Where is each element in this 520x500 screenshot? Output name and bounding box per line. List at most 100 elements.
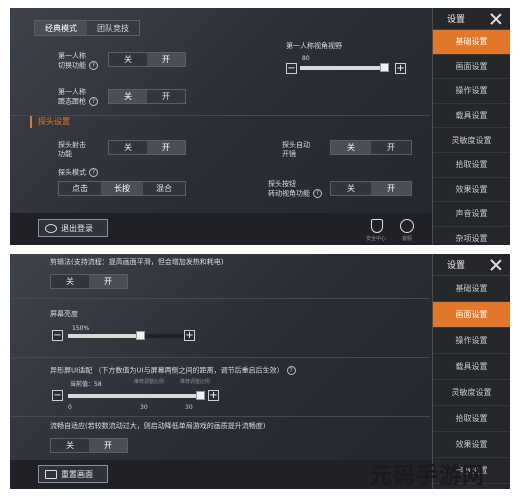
help-icon[interactable]: ? bbox=[313, 189, 322, 198]
fov-slider-fill bbox=[300, 66, 384, 70]
sidebar-item-pickup[interactable]: 拾取设置 bbox=[433, 153, 510, 178]
peek-mode-selector: 点击 长按 混合 bbox=[58, 181, 186, 196]
peek-mode-hold[interactable]: 长按 bbox=[101, 182, 143, 195]
reset-graphics-button[interactable]: 重置画面 bbox=[38, 465, 108, 483]
fullscreen-current: 当前值：58 bbox=[70, 381, 102, 388]
fullscreen-slider-fill bbox=[68, 394, 200, 398]
help-icon[interactable]: ? bbox=[89, 61, 98, 70]
off-option[interactable]: 关 bbox=[109, 141, 147, 154]
smooth-mode-toggle: 关 开 bbox=[50, 438, 128, 453]
section-divider bbox=[10, 298, 430, 299]
cloud-icon bbox=[45, 223, 57, 233]
plus-icon[interactable]: + bbox=[395, 63, 406, 74]
peek-mode-mixed[interactable]: 混合 bbox=[143, 182, 185, 195]
sidebar-item-effects[interactable]: 效果设置 bbox=[433, 432, 510, 458]
sidebar-item-vehicle[interactable]: 载具设置 bbox=[433, 104, 510, 129]
off-option[interactable]: 关 bbox=[109, 53, 147, 66]
section-peek-title: 探头设置 bbox=[30, 116, 420, 128]
logout-button[interactable]: 退出登录 bbox=[38, 219, 108, 237]
settings-panel-basic: 经典模式 团队竞技 第一人称 切换功能? 关 开 第一人称视角视野 80 − +… bbox=[10, 8, 510, 245]
peek-auto-scope-toggle: 关 开 bbox=[330, 140, 412, 155]
off-option[interactable]: 关 bbox=[109, 90, 147, 103]
on-option[interactable]: 开 bbox=[89, 275, 127, 288]
close-icon[interactable] bbox=[488, 11, 504, 27]
tab-classic[interactable]: 经典模式 bbox=[35, 21, 87, 35]
sidebar-item-graphics[interactable]: 画面设置 bbox=[433, 55, 510, 80]
tab-team[interactable]: 团队竞技 bbox=[87, 21, 139, 35]
minus-icon[interactable]: − bbox=[52, 330, 63, 341]
reset-label: 重置画面 bbox=[61, 469, 93, 479]
help-icon[interactable]: ? bbox=[89, 97, 98, 106]
sidebar-item-graphics[interactable]: 画面设置 bbox=[433, 302, 510, 328]
first-person-switch-label: 第一人称 切换功能? bbox=[58, 52, 103, 71]
on-option[interactable]: 开 bbox=[147, 141, 185, 154]
sidebar-title: 设置 bbox=[447, 15, 466, 25]
frame-toggle: 关 开 bbox=[50, 274, 128, 289]
plus-icon[interactable]: + bbox=[208, 390, 219, 401]
fullscreen-label: 异形屏UI适配 （下方数值为UI与屏幕两侧之间的距离，调节后重启后生效）? bbox=[50, 366, 296, 376]
sidebar-item-basic[interactable]: 基础设置 bbox=[433, 30, 510, 55]
peek-mode-tap[interactable]: 点击 bbox=[59, 182, 101, 195]
watermark-logo: 元码手游网 bbox=[370, 464, 486, 489]
off-option[interactable]: 关 bbox=[51, 275, 89, 288]
first-person-switch-toggle: 关 开 bbox=[108, 52, 186, 67]
off-option[interactable]: 关 bbox=[331, 182, 371, 195]
first-person-follow-label: 第一人称 跟态跟枪? bbox=[58, 88, 103, 107]
plus-icon[interactable]: + bbox=[184, 330, 195, 341]
first-person-follow-toggle: 关 开 bbox=[108, 89, 186, 104]
fov-slider-handle[interactable] bbox=[379, 63, 389, 72]
sidebar-item-controls[interactable]: 操作设置 bbox=[433, 79, 510, 104]
peek-auto-scope-label: 探头自动 开镜 bbox=[282, 141, 310, 158]
sidebar-item-vehicle[interactable]: 载具设置 bbox=[433, 354, 510, 380]
off-option[interactable]: 关 bbox=[331, 141, 371, 154]
help-icon[interactable]: ? bbox=[286, 366, 296, 375]
fullscreen-marker-b: 推荐调整比例 bbox=[180, 379, 211, 385]
sidebar-item-pickup[interactable]: 拾取设置 bbox=[433, 406, 510, 432]
fov-label: 第一人称视角视野 bbox=[286, 42, 342, 50]
section-divider bbox=[10, 416, 430, 417]
off-option[interactable]: 关 bbox=[51, 439, 89, 452]
peek-rotate-toggle: 关 开 bbox=[330, 181, 412, 196]
fov-slider-track[interactable] bbox=[300, 66, 390, 70]
sidebar-title: 设置 bbox=[447, 261, 466, 271]
sidebar-item-sensitivity[interactable]: 灵敏度设置 bbox=[433, 380, 510, 406]
on-option[interactable]: 开 bbox=[371, 141, 411, 154]
tick-label: 0 bbox=[68, 404, 72, 411]
minus-icon[interactable]: − bbox=[52, 390, 63, 401]
brightness-value: 150% bbox=[72, 325, 90, 332]
help-icon[interactable]: ? bbox=[89, 168, 98, 177]
settings-sidebar: 设置 基础设置 画面设置 操作设置 载具设置 灵敏度设置 拾取设置 效果设置 声… bbox=[432, 8, 510, 245]
fullscreen-slider-handle[interactable] bbox=[195, 391, 205, 400]
logout-label: 退出登录 bbox=[61, 223, 93, 233]
sidebar-item-controls[interactable]: 操作设置 bbox=[433, 328, 510, 354]
shield-icon[interactable] bbox=[371, 219, 383, 233]
peek-rotate-label: 探头按钮 转动视角功能? bbox=[268, 180, 322, 199]
fullscreen-marker-a: 推荐调整比例 bbox=[134, 379, 165, 385]
sidebar-item-basic[interactable]: 基础设置 bbox=[433, 276, 510, 302]
fullscreen-slider-track[interactable] bbox=[68, 394, 204, 398]
minus-icon[interactable]: − bbox=[286, 63, 297, 74]
frame-desc: 剪辑法(支持流程：提高画面平滑，但会增加发热和耗电) bbox=[50, 258, 224, 266]
peek-mode-label: 探头模式? bbox=[58, 168, 98, 178]
sidebar-item-sound[interactable]: 声音设置 bbox=[433, 202, 510, 227]
on-option[interactable]: 开 bbox=[147, 90, 185, 103]
smooth-mode-label: 流畅自适应(若较数流动过大，则启动降低单局游戏的画质提升流畅度) bbox=[50, 422, 266, 430]
close-icon[interactable] bbox=[488, 257, 504, 273]
mode-tabs: 经典模式 团队竞技 bbox=[34, 20, 140, 36]
brightness-slider-track[interactable] bbox=[68, 334, 188, 338]
peek-shoot-label: 探头射击 功能 bbox=[58, 141, 86, 158]
brightness-slider-handle[interactable] bbox=[136, 331, 145, 340]
headset-label: 客服 bbox=[402, 236, 413, 242]
brightness-slider-fill bbox=[68, 334, 140, 338]
headset-icon[interactable] bbox=[400, 219, 414, 233]
shield-label: 安全中心 bbox=[366, 236, 387, 242]
fov-value: 80 bbox=[302, 55, 310, 62]
on-option[interactable]: 开 bbox=[147, 53, 185, 66]
sidebar-item-misc[interactable]: 杂项设置 bbox=[433, 227, 510, 245]
on-option[interactable]: 开 bbox=[371, 182, 411, 195]
sidebar-header: 设置 bbox=[433, 254, 510, 276]
sidebar-item-sensitivity[interactable]: 灵敏度设置 bbox=[433, 128, 510, 153]
tick-label: 30 bbox=[185, 404, 193, 411]
on-option[interactable]: 开 bbox=[89, 439, 127, 452]
sidebar-item-effects[interactable]: 效果设置 bbox=[433, 178, 510, 203]
